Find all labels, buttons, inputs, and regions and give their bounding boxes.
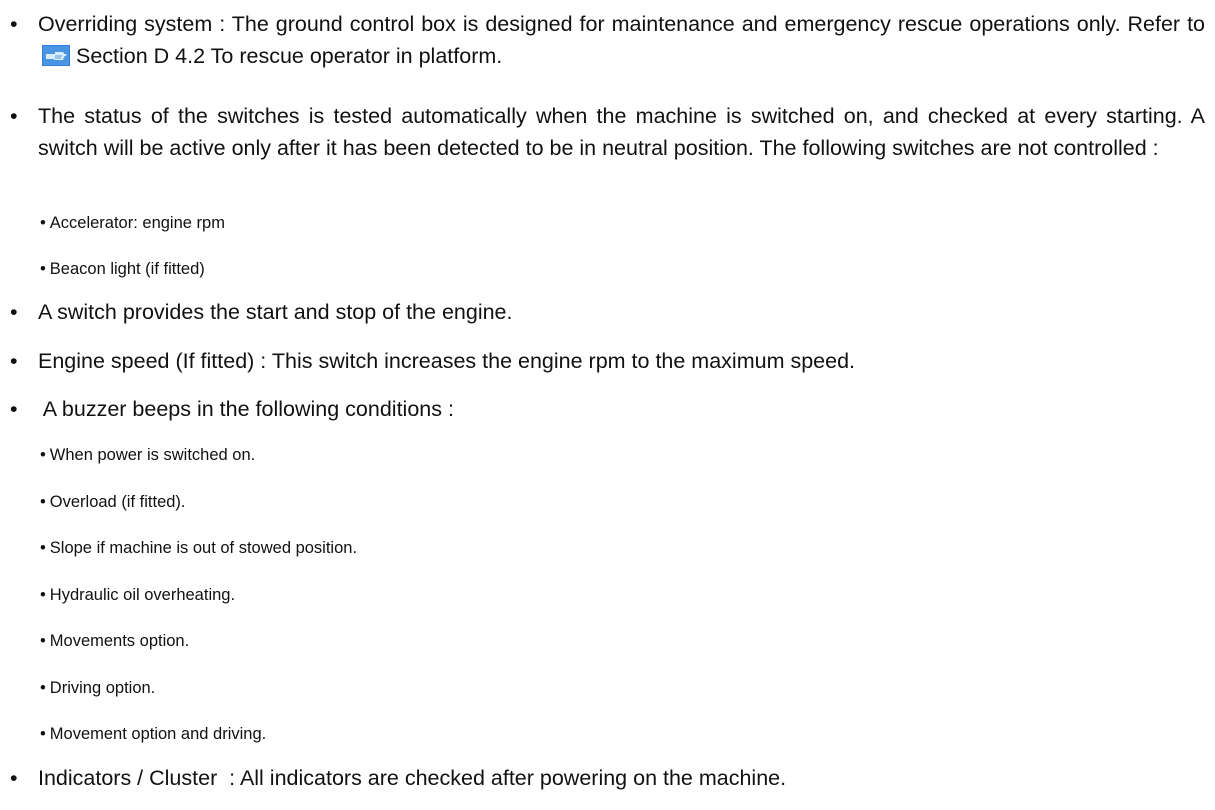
engine-speed-text: Engine speed (If fitted) : This switch i… <box>38 349 855 373</box>
buzzer-text: A buzzer beeps in the following conditio… <box>38 397 454 421</box>
sub-bullet-marker: • <box>40 214 46 232</box>
sub-bullet-marker: • <box>40 679 46 697</box>
sub-item-text: Slope if machine is out of stowed positi… <box>49 539 358 557</box>
bullet-marker: • <box>10 104 18 128</box>
sub-item-text: Overload (if fitted). <box>49 493 186 511</box>
bullet-overriding-system: • Overriding system : The ground control… <box>10 8 1205 72</box>
sub-item-movements-option: • Movements option. <box>40 630 189 652</box>
bullet-marker: • <box>10 300 18 324</box>
sub-item-text: Movements option. <box>49 632 190 650</box>
bullet-marker: • <box>10 349 18 373</box>
pointing-hand-reference-icon <box>42 45 70 66</box>
sub-bullet-marker: • <box>40 260 46 278</box>
sub-item-hydraulic-oil: • Hydraulic oil overheating. <box>40 584 235 606</box>
manual-page: • Overriding system : The ground control… <box>0 0 1215 810</box>
sub-item-power-on: • When power is switched on. <box>40 444 255 466</box>
sub-item-slope: • Slope if machine is out of stowed posit… <box>40 537 357 559</box>
indicators-text: Indicators / Cluster : All indicators ar… <box>38 766 787 790</box>
bullet-indicators-cluster: • Indicators / Cluster : All indicators … <box>10 762 1205 794</box>
overriding-text-after-icon: Section D 4.2 To rescue operator in plat… <box>76 44 503 68</box>
bullet-buzzer: • A buzzer beeps in the following condit… <box>10 393 1205 425</box>
bullet-start-stop: • A switch provides the start and stop o… <box>10 296 1205 328</box>
sub-item-text: Hydraulic oil overheating. <box>49 586 236 604</box>
sub-item-text: When power is switched on. <box>49 446 256 464</box>
sub-item-driving-option: • Driving option. <box>40 677 155 699</box>
sub-bullet-marker: • <box>40 725 46 743</box>
overriding-system-text: Overriding system : The ground control b… <box>38 8 1205 72</box>
sub-item-overload: • Overload (if fitted). <box>40 491 186 513</box>
sub-item-text: Movement option and driving. <box>49 725 267 743</box>
sub-item-beacon-light: • Beacon light (if fitted) <box>40 258 205 280</box>
sub-item-text: Beacon light (if fitted) <box>49 260 205 278</box>
bullet-switch-status: • The status of the switches is tested a… <box>10 100 1205 164</box>
switch-status-text: The status of the switches is tested aut… <box>38 104 1205 160</box>
sub-bullet-marker: • <box>40 539 46 557</box>
bullet-marker: • <box>10 397 18 421</box>
sub-bullet-marker: • <box>40 586 46 604</box>
start-stop-text: A switch provides the start and stop of … <box>38 300 513 324</box>
sub-item-text: Driving option. <box>49 679 156 697</box>
bullet-marker: • <box>10 12 18 36</box>
sub-bullet-marker: • <box>40 446 46 464</box>
sub-item-accelerator: • Accelerator: engine rpm <box>40 212 225 234</box>
bullet-engine-speed: • Engine speed (If fitted) : This switch… <box>10 345 1205 377</box>
sub-bullet-marker: • <box>40 632 46 650</box>
sub-item-movement-and-driving: • Movement option and driving. <box>40 723 266 745</box>
sub-bullet-marker: • <box>40 493 46 511</box>
bullet-marker: • <box>10 766 18 790</box>
overriding-text-before-icon: Overriding system : The ground control b… <box>38 12 1205 36</box>
sub-item-text: Accelerator: engine rpm <box>49 214 225 232</box>
